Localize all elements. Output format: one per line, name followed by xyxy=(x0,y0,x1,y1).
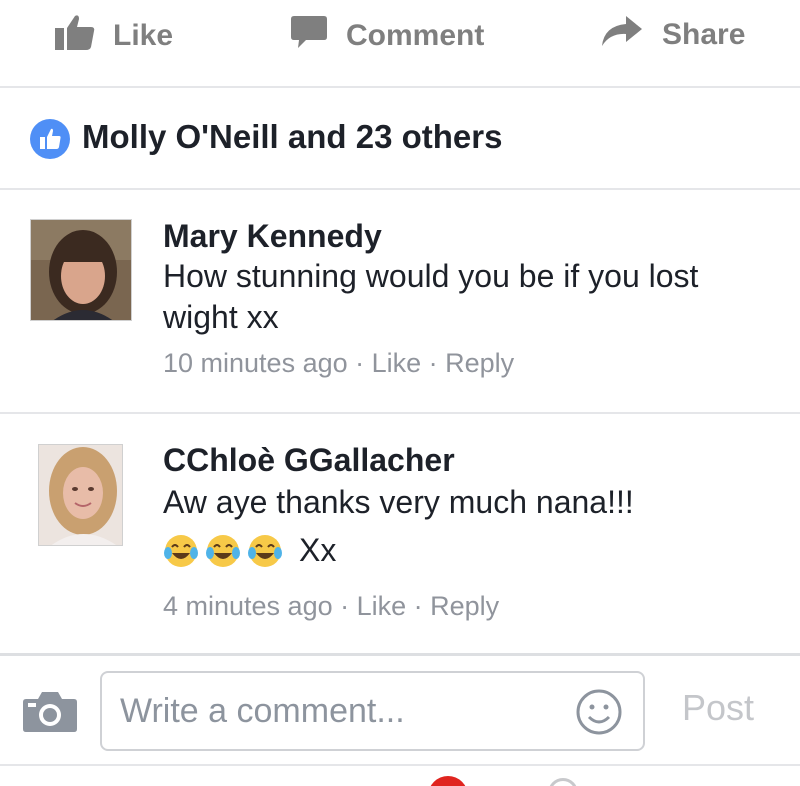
comment-action-label: Comment xyxy=(346,19,485,52)
face-with-tears-of-joy-emoji-icon xyxy=(205,533,241,569)
comment-item: Mary Kennedy How stunning would you be i… xyxy=(0,192,800,414)
comment-meta: 10 minutes ago · Like · Reply xyxy=(163,348,514,379)
comment-emoji-suffix: Xx xyxy=(299,532,337,568)
face-with-tears-of-joy-emoji-icon xyxy=(163,533,199,569)
share-action-label: Share xyxy=(662,18,746,51)
likes-summary-text[interactable]: Molly O'Neill and 23 others xyxy=(82,118,502,156)
comment-like-link[interactable]: Like xyxy=(372,348,422,379)
meta-separator: · xyxy=(406,591,431,621)
camera-icon[interactable] xyxy=(22,689,78,738)
meta-separator: · xyxy=(332,591,357,621)
smiley-face-icon[interactable] xyxy=(574,687,624,742)
comment-author[interactable]: Mary Kennedy xyxy=(163,218,382,255)
comment-composer: Post xyxy=(0,659,800,766)
comment-action-button[interactable]: Comment xyxy=(290,14,484,58)
face-with-tears-of-joy-emoji-icon xyxy=(247,533,283,569)
comment-timestamp: 4 minutes ago xyxy=(163,591,333,621)
share-action-button[interactable]: Share xyxy=(600,14,745,56)
notification-badge-icon xyxy=(428,776,468,786)
like-action-label: Like xyxy=(113,19,174,52)
comment-text: Aw aye thanks very much nana!!! xyxy=(163,484,634,520)
meta-separator: · xyxy=(421,348,446,378)
post-action-bar: Like Comment Share xyxy=(0,0,800,88)
like-badge-icon xyxy=(30,119,70,159)
comment-emoji-line: Xx xyxy=(163,532,336,569)
avatar[interactable] xyxy=(38,444,123,546)
comment-like-link[interactable]: Like xyxy=(357,591,407,622)
comment-input-box[interactable] xyxy=(100,671,645,751)
bottom-tab-bar xyxy=(0,768,800,786)
tab-icon[interactable] xyxy=(548,778,578,786)
thumbs-up-icon xyxy=(55,14,95,58)
avatar[interactable] xyxy=(30,219,132,321)
comment-input[interactable] xyxy=(120,683,560,739)
comment-timestamp: 10 minutes ago xyxy=(163,348,348,378)
comment-reply-link[interactable]: Reply xyxy=(430,591,499,622)
comment-item: CChloè GGallacher Aw aye thanks very muc… xyxy=(0,416,800,656)
share-arrow-icon xyxy=(600,14,644,56)
comment-reply-link[interactable]: Reply xyxy=(445,348,514,379)
speech-bubble-icon xyxy=(290,14,328,58)
comment-author[interactable]: CChloè GGallacher xyxy=(163,442,455,479)
meta-separator: · xyxy=(347,348,372,378)
post-button[interactable]: Post xyxy=(682,687,754,729)
comment-meta: 4 minutes ago · Like · Reply xyxy=(163,591,499,622)
like-action-button[interactable]: Like xyxy=(55,14,173,58)
comment-text: How stunning would you be if you lost wi… xyxy=(163,258,699,335)
